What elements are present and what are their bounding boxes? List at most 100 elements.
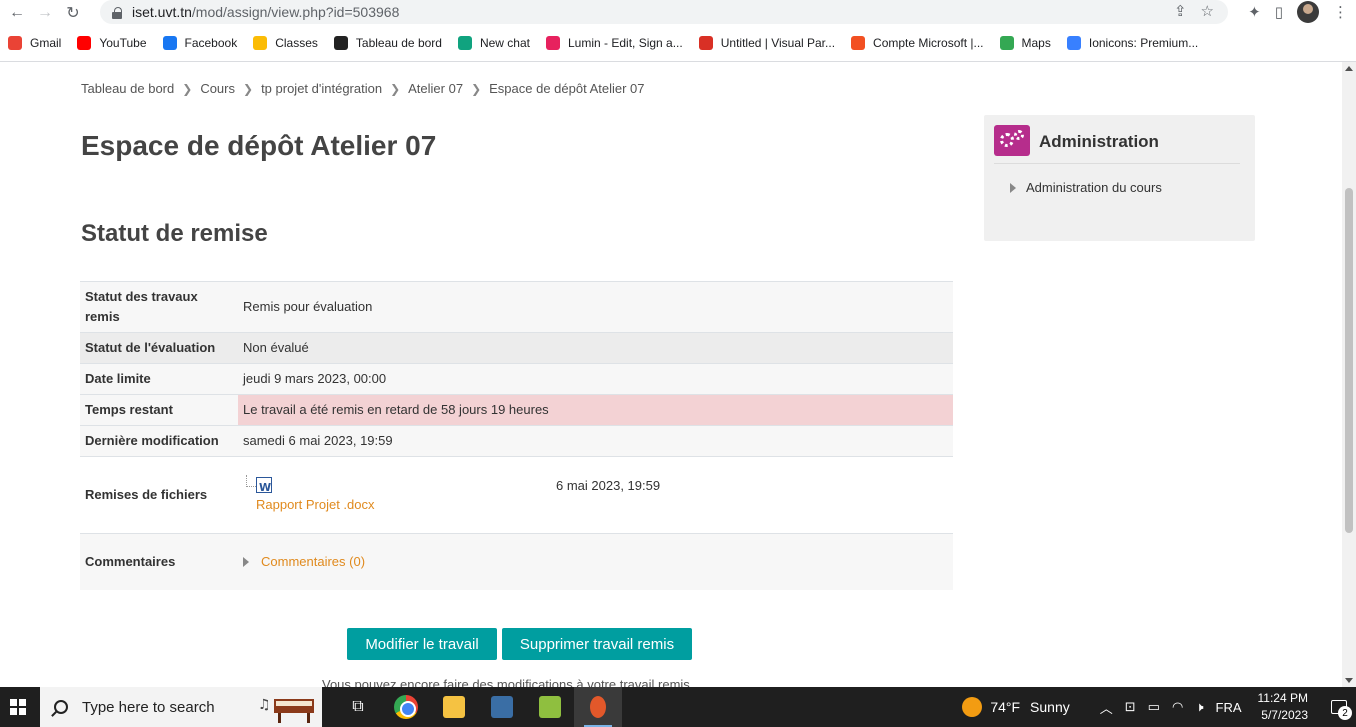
bookmark-label[interactable]: Compte Microsoft |... [873, 36, 983, 50]
breadcrumb-item-courses[interactable]: Cours [200, 81, 235, 96]
breadcrumb-item-section[interactable]: Atelier 07 [408, 81, 463, 96]
notification-center-icon[interactable]: 2 [1322, 687, 1356, 727]
bookmark-item[interactable]: Tableau de bord [333, 36, 442, 50]
comments-toggle[interactable]: Commentaires (0) [243, 552, 365, 572]
bookmark-favicon-icon[interactable] [333, 36, 348, 50]
weather-widget[interactable]: 74°F Sunny [962, 697, 1070, 717]
input-language[interactable]: FRA [1216, 700, 1242, 715]
row-value: samedi 6 mai 2023, 19:59 [243, 433, 393, 448]
bookmark-item[interactable]: YouTube [77, 36, 147, 50]
forward-icon[interactable]: → [34, 2, 56, 24]
start-button[interactable] [0, 687, 36, 727]
app-icon[interactable] [478, 687, 526, 727]
bookmark-label[interactable]: Classes [275, 36, 318, 50]
scrollbar-thumb[interactable] [1345, 188, 1353, 533]
chevron-right-icon: ❯ [182, 81, 193, 96]
clock-date[interactable]: 5/7/2023 [1261, 707, 1308, 724]
svg-text:♫: ♫ [258, 697, 271, 713]
weather-temperature[interactable]: 74°F [990, 699, 1020, 715]
profile-avatar[interactable] [1297, 1, 1319, 23]
search-icon[interactable] [54, 700, 68, 714]
bookmark-label[interactable]: Facebook [185, 36, 238, 50]
row-label: Remises de fichiers [85, 487, 208, 502]
app-icon-active[interactable] [574, 687, 622, 727]
bookmark-favicon-icon[interactable] [253, 36, 268, 50]
bookmark-favicon-icon[interactable] [1066, 36, 1081, 50]
bookmark-label[interactable]: Ionicons: Premium... [1089, 36, 1198, 50]
bookmark-item[interactable]: Maps [999, 36, 1051, 50]
word-document-icon[interactable] [256, 477, 272, 498]
battery-icon[interactable]: ▭ [1148, 699, 1160, 715]
scroll-up-icon[interactable] [1345, 66, 1353, 71]
bookmark-favicon-icon[interactable] [457, 36, 472, 50]
file-link[interactable]: Rapport Projet .docx [256, 495, 375, 515]
weather-condition[interactable]: Sunny [1030, 699, 1070, 715]
windows-logo-icon[interactable] [10, 699, 26, 715]
chevron-up-icon[interactable]: ︿ [1100, 698, 1113, 717]
lock-icon[interactable] [112, 6, 122, 19]
meet-now-icon[interactable]: ⊡ [1125, 699, 1136, 715]
bookmark-item[interactable]: New chat [457, 36, 530, 50]
reload-icon[interactable]: ↻ [62, 2, 84, 24]
bookmark-item[interactable]: Untitled | Visual Par... [698, 36, 835, 50]
modify-submission-button[interactable]: Modifier le travail [347, 628, 497, 660]
extensions-icon[interactable]: ✦ [1248, 3, 1261, 21]
windows-taskbar: Type here to search ♫ ⧉ 74°F Sunny ︿ ⊡ ▭… [0, 687, 1356, 727]
bookmark-star-icon[interactable]: ☆ [1201, 2, 1214, 20]
comments-link[interactable]: Commentaires (0) [261, 552, 365, 572]
search-placeholder[interactable]: Type here to search [82, 699, 215, 716]
volume-muted-icon[interactable]: 🕨 [1195, 699, 1203, 715]
breadcrumb-item-dashboard[interactable]: Tableau de bord [81, 81, 174, 96]
wifi-icon[interactable]: ◠ [1172, 699, 1183, 715]
back-icon[interactable]: ← [6, 2, 28, 24]
clock-time[interactable]: 11:24 PM [1258, 690, 1308, 707]
notepad-plus-icon[interactable] [526, 687, 574, 727]
breadcrumb-item-current[interactable]: Espace de dépôt Atelier 07 [489, 81, 644, 96]
page-scrollbar[interactable] [1342, 62, 1356, 687]
bookmark-label[interactable]: YouTube [99, 36, 146, 50]
bookmark-favicon-icon[interactable] [77, 36, 92, 50]
bookmark-item[interactable]: Ionicons: Premium... [1066, 36, 1198, 50]
bookmark-item[interactable]: Classes [253, 36, 318, 50]
chevron-right-icon: ❯ [390, 81, 401, 96]
table-row: Remises de fichiers Rapport Projet .docx… [80, 457, 953, 534]
bookmark-favicon-icon[interactable] [698, 36, 713, 50]
bookmark-label[interactable]: Gmail [30, 36, 61, 50]
admin-item-label[interactable]: Administration du cours [1026, 180, 1162, 195]
bookmark-item[interactable]: Compte Microsoft |... [851, 36, 984, 50]
bookmark-label[interactable]: Lumin - Edit, Sign a... [568, 36, 683, 50]
taskbar-search[interactable]: Type here to search ♫ [40, 687, 322, 727]
bookmark-favicon-icon[interactable] [546, 36, 560, 50]
caret-right-icon[interactable] [243, 557, 249, 567]
overdue-value: Le travail a été remis en retard de 58 j… [238, 395, 953, 425]
breadcrumb-item-course[interactable]: tp projet d'intégration [261, 81, 382, 96]
course-administration-item[interactable]: Administration du cours [1010, 180, 1162, 195]
bookmark-item[interactable]: Lumin - Edit, Sign a... [546, 36, 683, 50]
bookmark-favicon-icon[interactable] [999, 36, 1014, 50]
bookmark-label[interactable]: Tableau de bord [356, 36, 442, 50]
menu-kebab-icon[interactable]: ⋮ [1333, 3, 1348, 21]
side-panel-icon[interactable]: ▯ [1275, 3, 1283, 21]
share-icon[interactable]: ⇪ [1174, 2, 1187, 20]
bookmark-item[interactable]: Facebook [162, 36, 238, 50]
row-label: Dernière modification [85, 433, 219, 448]
bookmark-label[interactable]: Untitled | Visual Par... [721, 36, 835, 50]
task-view-icon[interactable]: ⧉ [334, 687, 382, 727]
chrome-taskbar-icon[interactable] [382, 687, 430, 727]
url-text[interactable]: iset.uvt.tn/mod/assign/view.php?id=50396… [132, 4, 399, 20]
bookmark-favicon-icon[interactable] [162, 36, 177, 50]
delete-submission-button[interactable]: Supprimer travail remis [502, 628, 692, 660]
bookmark-item[interactable]: Gmail [8, 36, 61, 50]
bookmark-label[interactable]: Maps [1022, 36, 1051, 50]
bookmark-favicon-icon[interactable] [851, 36, 866, 50]
sun-icon[interactable] [962, 697, 983, 717]
submission-status-table: Statut des travaux remis Remis pour éval… [80, 281, 953, 590]
bookmark-label[interactable]: New chat [480, 36, 530, 50]
address-bar[interactable]: iset.uvt.tn/mod/assign/view.php?id=50396… [100, 0, 1228, 24]
scroll-down-icon[interactable] [1345, 678, 1353, 683]
bookmark-favicon-icon[interactable] [8, 36, 22, 50]
caret-right-icon[interactable] [1010, 182, 1016, 193]
table-row: Date limite jeudi 9 mars 2023, 00:00 [80, 364, 953, 395]
file-explorer-icon[interactable] [430, 687, 478, 727]
clock[interactable]: 11:24 PM 5/7/2023 [1258, 690, 1308, 724]
